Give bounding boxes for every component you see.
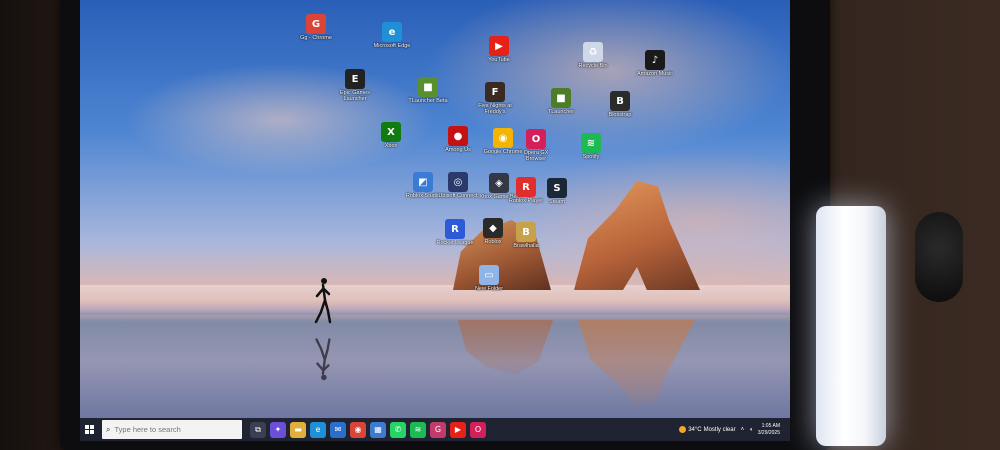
clock-date: 3/29/2025 [757,429,780,436]
desktop-icon-label: YouTube [488,57,510,63]
opera-gx-icon[interactable]: O [470,421,486,438]
system-tray: 34°C Mostly clear ˄ ◖ 1:05 AM 3/29/2025 [679,418,780,441]
xbox-icon: X [381,122,401,142]
weather-condition: Mostly clear [703,426,736,433]
spotify-icon: ≋ [581,133,601,153]
desktop-icon-label: TLauncher [547,109,575,115]
desktop-icon[interactable]: F Five Nights at Freddy's [472,82,518,115]
desktop-icon[interactable]: e Microsoft Edge [369,22,415,49]
desktop-icon-label: Spotify [582,154,600,160]
desktop-icon-label: Epic Games Launcher [340,90,370,102]
taskbar-search[interactable]: ⌕ [102,420,242,439]
runner-reflection [315,338,331,381]
copilot-icon[interactable]: ✦ [270,421,286,438]
desktop-icon-label: New Folder [474,286,504,292]
edge-icon[interactable]: e [310,421,326,438]
desktop-icon-label: Steam [549,199,565,205]
chrome-icon[interactable]: ◉ [350,421,366,438]
desktop-icon[interactable]: ≋ Spotify [568,133,614,160]
roblox-icon: ◆ [483,218,503,238]
desktop-icon[interactable]: ♻ Recycle Bin [570,42,616,69]
desktop-icon-label: TLauncher Beta [408,98,448,104]
desktop-icon[interactable]: ◎ Ubisoft Connect [435,172,481,199]
roblox-studio-icon: ◩ [413,172,433,192]
desktop-icon[interactable]: B Bloxstrap [597,91,643,118]
fnaf-icon: F [485,82,505,102]
amazon-music-icon: ♪ [645,50,665,70]
youtube-icon: ▶ [489,36,509,56]
runner-silhouette [314,278,332,324]
desktop-icon[interactable]: ▭ New Folder [466,265,512,292]
desktop-icon[interactable]: ♪ Amazon Music [632,50,678,77]
desktop-icon-label: Xbox [384,143,398,149]
chrome-profile-icon[interactable]: G [430,421,446,438]
steam-icon: S [547,178,567,198]
taskbar-apps: ⧉ ✦ ▬ e ✉ ◉ ▦ ✆ ≋ G ▶ O [250,421,486,438]
chrome-icon: ◉ [493,128,513,148]
clock-time: 1:05 AM [761,422,780,429]
desktop-icon-label: Amazon Music [636,71,674,77]
weather-temp: 34°C [688,426,702,433]
brawlhalla-icon: B [516,222,536,242]
roblox-icon: R [516,177,536,197]
weather-widget[interactable]: 34°C Mostly clear [679,426,736,433]
recycle-bin-icon: ♻ [583,42,603,62]
desktop-icon[interactable]: ■ TLauncher Beta [405,77,451,104]
epic-games-icon: E [345,69,365,89]
desktop-icon[interactable]: G Gg - Chrome [293,14,339,41]
windows-logo-icon [84,425,94,434]
desktop-icon-label: Opera GX Browser [523,150,549,162]
weather-icon [679,426,687,433]
search-icon: ⌕ [106,424,111,434]
minecraft-icon: ■ [418,77,438,97]
desktop-icon-label: Brawlhalla [513,243,539,249]
desktop-icon-label: Gg - Chrome [300,35,332,41]
desktop-icon[interactable]: S Steam [534,178,580,205]
arch-rock [574,180,700,290]
chrome-profile-icon: G [306,14,326,34]
start-button[interactable] [80,418,98,441]
desktop-icon[interactable]: O Opera GX Browser [513,129,559,162]
bloxstrap-icon: B [610,91,630,111]
desktop-icon[interactable]: X Xbox [368,122,414,149]
store-icon[interactable]: ▦ [370,421,386,438]
youtube-icon[interactable]: ▶ [450,421,466,438]
mail-icon[interactable]: ✉ [330,421,346,438]
taskbar: ⌕ ⧉✦▬e✉◉▦✆≋G▶O 34°C Mostly clear ˄ ◖ 1:0… [80,418,790,441]
folder-icon: ▭ [479,265,499,285]
desktop-icon[interactable]: ■ TLauncher [538,88,584,115]
desktop-icon-label: Among Us [445,147,471,153]
chevron-up-icon[interactable]: ˄ [741,427,745,433]
desktop-icon[interactable]: ● Among Us [435,126,481,153]
speaker [915,212,963,302]
desktop-icon-label: Bloxstrap [608,112,632,118]
volume-icon[interactable]: ◖ [749,427,753,433]
desktop-screen: G Gg - Chrome e Microsoft Edge ▶ YouTube ♻ Recy… [80,0,790,441]
whatsapp-icon[interactable]: ✆ [390,421,406,438]
minecraft-icon: ■ [551,88,571,108]
file-explorer-icon[interactable]: ▬ [290,421,306,438]
desktop-icon-label: Ubisoft Connect [438,193,478,199]
ubisoft-icon: ◎ [448,172,468,192]
desktop-icon[interactable]: E Epic Games Launcher [332,69,378,102]
desktop-icon-label: Recycle Bin [578,63,608,69]
desktop-icon[interactable]: ▶ YouTube [476,36,522,63]
opera-gx-icon: O [526,129,546,149]
spotify-icon[interactable]: ≋ [410,421,426,438]
desktop-icon-label: Five Nights at Freddy's [478,103,512,115]
among-us-icon: ● [448,126,468,146]
desktop-icon-label: Microsoft Edge [373,43,411,49]
search-input[interactable] [114,425,225,434]
desktop-icon[interactable]: B Brawlhalla [503,222,549,249]
clock[interactable]: 1:05 AM 3/29/2025 [758,423,780,437]
task-view-icon[interactable]: ⧉ [250,421,266,438]
rocket-league-icon: R [445,219,465,239]
edge-icon: e [382,22,402,42]
desk-lamp [816,206,886,446]
